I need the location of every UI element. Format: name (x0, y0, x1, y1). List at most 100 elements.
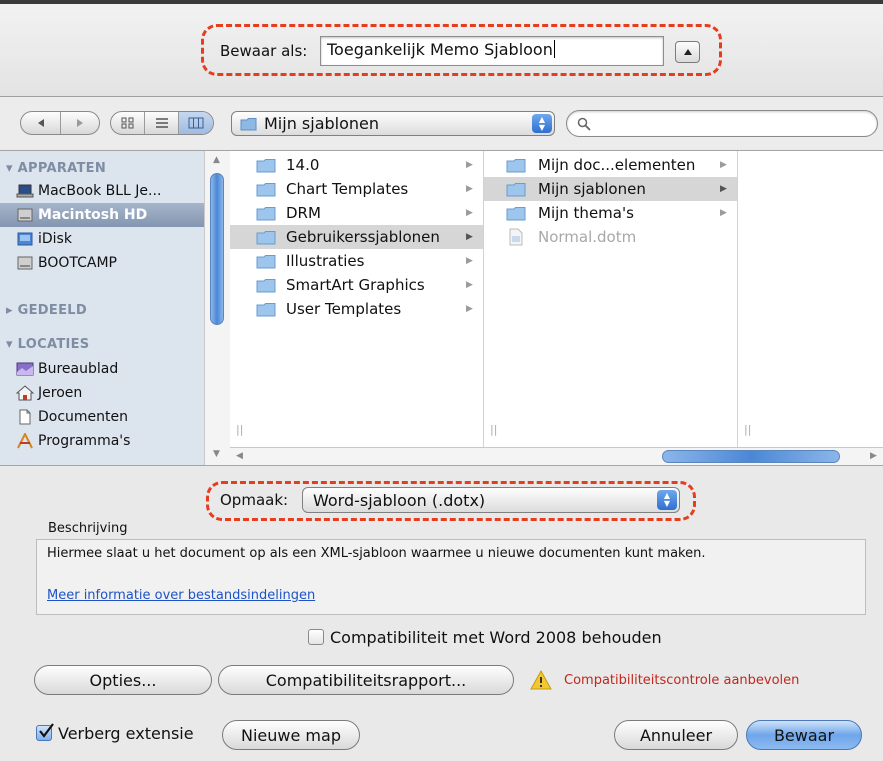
compat-report-button[interactable]: Compatibiliteitsrapport... (218, 665, 514, 695)
sidebar-heading-locaties[interactable]: ▾ LOCATIES (6, 337, 89, 352)
sidebar-item-programmas[interactable]: Programma's (0, 429, 204, 453)
column-row-folder-selected[interactable]: Mijn sjablonen ▶ (484, 177, 737, 201)
row-label: DRM (286, 204, 321, 222)
column-resize-handle-icon[interactable]: || (236, 423, 243, 436)
column-row-folder[interactable]: Mijn thema's ▶ (484, 201, 737, 225)
checkmark-icon (39, 723, 54, 738)
laptop-icon (16, 184, 34, 198)
save-as-header: Bewaar als: Toegankelijk Memo Sjabloon (0, 4, 883, 96)
sidebar-item-bootcamp[interactable]: BOOTCAMP (0, 251, 204, 275)
forward-button[interactable] (61, 112, 99, 134)
sidebar-item-label: MacBook BLL Je... (38, 183, 162, 199)
options-button[interactable]: Opties... (34, 665, 212, 695)
horizontal-scroll-thumb[interactable] (662, 450, 840, 463)
column-row-folder[interactable]: Illustraties ▶ (230, 249, 483, 273)
column-row-folder[interactable]: Mijn doc...elementen ▶ (484, 153, 737, 177)
column-resize-handle-icon[interactable]: || (490, 423, 497, 436)
folder-icon (256, 255, 276, 269)
back-arrow-icon (38, 119, 44, 127)
sidebar-heading-gedeeld[interactable]: ▸ GEDEELD (6, 303, 87, 318)
format-popup[interactable]: Word-sjabloon (.dotx) ▲ ▼ (302, 487, 680, 513)
browser-column-1: 14.0 ▶ Chart Templates ▶ DRM ▶ Gebruiker… (230, 151, 484, 447)
documents-icon (19, 409, 31, 425)
new-folder-button[interactable]: Nieuwe map (222, 720, 360, 750)
sidebar-item-bureaublad[interactable]: Bureaublad (0, 357, 204, 381)
list-view-button[interactable] (145, 112, 179, 134)
sidebar-heading-apparaten[interactable]: ▾ APPARATEN (6, 161, 106, 176)
folder-icon (256, 231, 276, 245)
scroll-down-arrow-icon[interactable]: ▼ (213, 449, 220, 459)
format-stepper: ▲ ▼ (657, 490, 677, 510)
row-label: Normal.dotm (538, 228, 637, 246)
column-row-folder[interactable]: DRM ▶ (230, 201, 483, 225)
horizontal-scrollbar[interactable]: ◀ ▶ (230, 447, 883, 465)
hard-drive-icon (17, 256, 33, 270)
sidebar-item-label: iDisk (38, 231, 72, 247)
forward-arrow-icon (76, 119, 83, 127)
save-dialog-screenshot: Bewaar als: Toegankelijk Memo Sjabloon M… (0, 0, 883, 761)
cancel-button-label: Annuleer (639, 725, 713, 745)
compat-warning-text: Compatibiliteitscontrole aanbevolen (564, 673, 800, 688)
filename-field[interactable]: Toegankelijk Memo Sjabloon (320, 36, 664, 66)
column-view-button[interactable] (179, 112, 213, 134)
scroll-up-arrow-icon[interactable]: ▲ (213, 155, 220, 165)
disclosure-arrow-icon: ▶ (720, 208, 727, 218)
idisk-icon (17, 232, 33, 246)
row-label: Mijn thema's (538, 204, 634, 222)
folder-icon (506, 159, 526, 173)
cancel-button[interactable]: Annuleer (614, 720, 738, 750)
sidebar-item-label: Documenten (38, 409, 129, 425)
column-row-folder[interactable]: 14.0 ▶ (230, 153, 483, 177)
save-button[interactable]: Bewaar (746, 720, 862, 750)
hide-extension-checkbox[interactable] (36, 723, 54, 741)
sidebar-scroll-thumb[interactable] (210, 173, 224, 325)
compat-checkbox-label[interactable]: Compatibiliteit met Word 2008 behouden (330, 628, 662, 647)
column-row-folder[interactable]: User Templates ▶ (230, 297, 483, 321)
format-label: Opmaak: (220, 491, 289, 509)
options-button-label: Opties... (89, 670, 157, 690)
desktop-icon (16, 362, 34, 376)
folder-icon (240, 118, 257, 131)
column-row-folder[interactable]: SmartArt Graphics ▶ (230, 273, 483, 297)
sidebar-item-documenten[interactable]: Documenten (0, 405, 204, 429)
sidebar-item-macbook[interactable]: MacBook BLL Je... (0, 179, 204, 203)
sidebar-item-jeroen[interactable]: Jeroen (0, 381, 204, 405)
search-field[interactable] (566, 110, 878, 137)
folder-icon (506, 207, 526, 221)
disclosure-arrow-icon: ▶ (466, 208, 473, 218)
sidebar-item-label: Bureaublad (38, 361, 119, 377)
column-row-folder-selected[interactable]: Gebruikerssjablonen ▶ (230, 225, 483, 249)
disclosure-open-icon: ▾ (6, 161, 18, 176)
document-file-icon (509, 228, 523, 246)
file-formats-info-link[interactable]: Meer informatie over bestandsindelingen (47, 588, 315, 603)
options-panel: Opmaak: Word-sjabloon (.dotx) ▲ ▼ Beschri… (0, 467, 883, 761)
icon-view-button[interactable] (111, 112, 145, 134)
expand-dialog-button[interactable] (675, 41, 700, 63)
row-label: SmartArt Graphics (286, 276, 425, 294)
folder-icon (256, 159, 276, 173)
location-popup[interactable]: Mijn sjablonen ▲ ▼ (231, 111, 555, 136)
column-row-folder[interactable]: Chart Templates ▶ (230, 177, 483, 201)
icon-view-icon (121, 117, 133, 129)
folder-icon (256, 183, 276, 197)
browser-column-2: Mijn doc...elementen ▶ Mijn sjablonen ▶ … (484, 151, 738, 447)
scroll-left-arrow-icon[interactable]: ◀ (236, 451, 243, 461)
save-dialog: Bewaar als: Toegankelijk Memo Sjabloon M… (0, 4, 883, 761)
description-text: Hiermee slaat u het document op als een … (47, 546, 706, 561)
sidebar-item-macintosh-hd[interactable]: Macintosh HD (0, 203, 204, 227)
row-label: Gebruikerssjablonen (286, 228, 440, 246)
list-view-icon (155, 118, 168, 128)
compat-checkbox[interactable] (308, 629, 324, 645)
column-row-file-disabled: Normal.dotm (484, 225, 737, 249)
scroll-right-arrow-icon[interactable]: ▶ (870, 451, 877, 461)
format-value: Word-sjabloon (.dotx) (313, 490, 486, 510)
sidebar-item-idisk[interactable]: iDisk (0, 227, 204, 251)
hide-extension-label[interactable]: Verberg extensie (58, 724, 194, 743)
folder-icon (256, 207, 276, 221)
sidebar-scrollbar[interactable]: ▲ ▼ (204, 151, 230, 465)
column-resize-handle-icon[interactable]: || (744, 423, 751, 436)
browser-toolbar: Mijn sjablonen ▲ ▼ (0, 97, 883, 149)
hard-drive-icon (17, 208, 33, 222)
back-button[interactable] (21, 112, 61, 134)
description-box: Hiermee slaat u het document op als een … (36, 539, 866, 615)
